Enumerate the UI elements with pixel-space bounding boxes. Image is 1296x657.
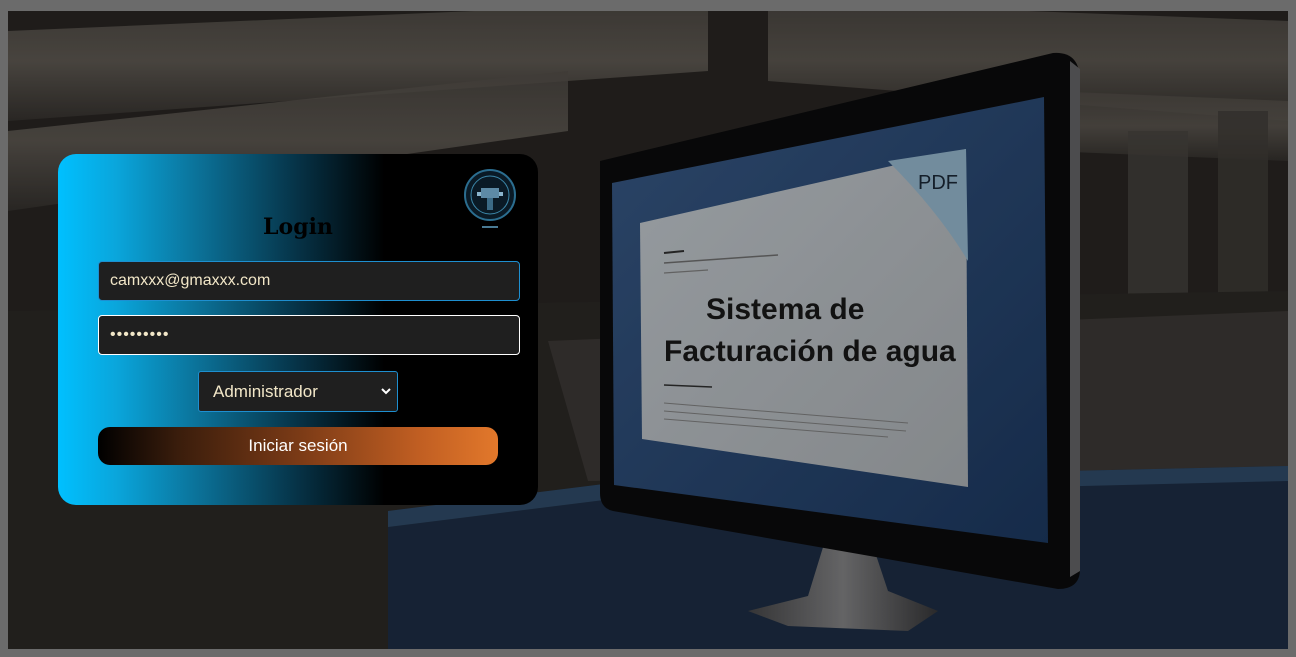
background-scene: PDF Sistema de Facturación de agua Login… [8, 11, 1288, 649]
password-field[interactable]: ••••••••• [98, 315, 520, 355]
email-field[interactable]: camxxx@gmaxxx.com [98, 261, 520, 301]
login-title: Login [263, 214, 333, 240]
role-select-value: Administrador [213, 382, 318, 401]
login-submit-button[interactable]: Iniciar sesión [98, 427, 498, 465]
role-select[interactable]: Administrador [198, 371, 398, 412]
chevron-down-icon [381, 372, 391, 426]
login-card: Login camxxx@gmaxxx.com ••••••••• Admini… [58, 154, 538, 505]
